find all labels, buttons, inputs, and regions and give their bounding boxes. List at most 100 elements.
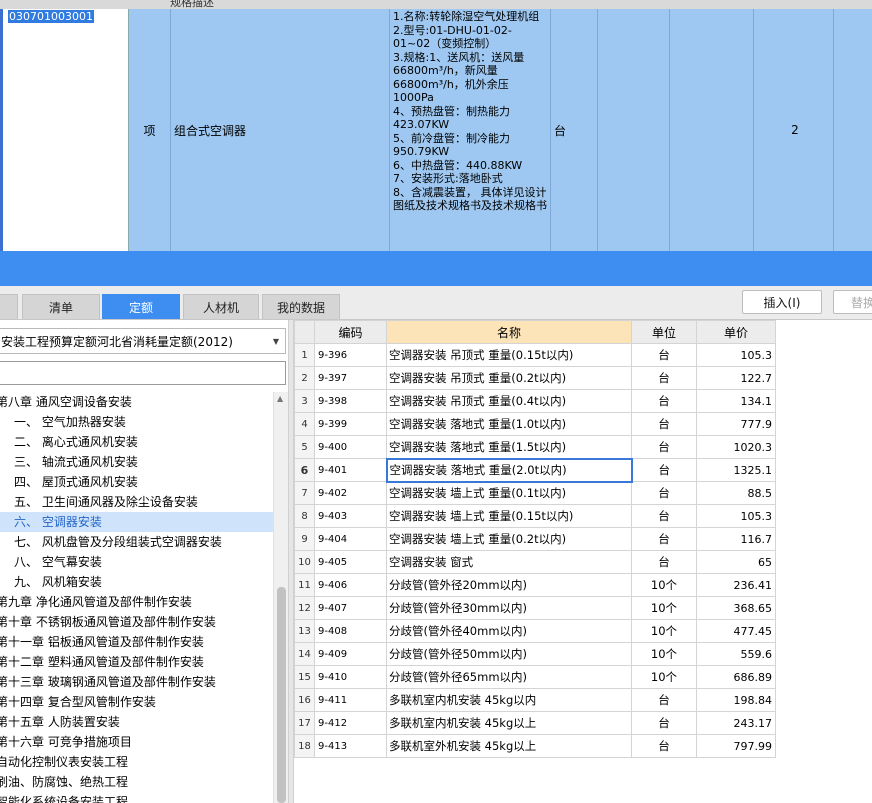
quota-unit-cell[interactable]: 10个 — [631, 573, 697, 597]
quota-code-cell[interactable]: 9-412 — [314, 711, 387, 735]
quota-code-cell[interactable]: 9-405 — [314, 550, 387, 574]
row-number-cell[interactable]: 7 — [294, 481, 315, 505]
quota-library-select[interactable]: 安装工程预算定额河北省消耗量定额(2012) ▼ — [0, 328, 286, 354]
row-number-cell[interactable]: 4 — [294, 412, 315, 436]
bill-code-cell[interactable]: 030701003001 — [0, 9, 129, 251]
quota-code-cell[interactable]: 9-396 — [314, 343, 387, 367]
scroll-up-icon[interactable]: ▲ — [277, 394, 283, 403]
tree-node[interactable]: 二、 离心式通风机安装 — [0, 432, 273, 452]
quota-unit-cell[interactable]: 10个 — [631, 665, 697, 689]
chapter-search-input[interactable] — [0, 361, 286, 385]
quota-price-cell[interactable]: 559.6 — [696, 642, 776, 666]
row-number-cell[interactable]: 14 — [294, 642, 315, 666]
quota-name-cell[interactable]: 空调器安装 墙上式 重量(0.2t以内) — [386, 527, 632, 551]
quota-unit-cell[interactable]: 台 — [631, 481, 697, 505]
bill-quantity-cell[interactable]: 2 — [754, 9, 834, 251]
quota-price-cell[interactable]: 777.9 — [696, 412, 776, 436]
quota-code-cell[interactable]: 9-402 — [314, 481, 387, 505]
quota-code-cell[interactable]: 9-397 — [314, 366, 387, 390]
row-number-cell[interactable]: 2 — [294, 366, 315, 390]
scrollbar-thumb[interactable] — [277, 587, 286, 803]
quota-name-cell[interactable]: 空调器安装 墙上式 重量(0.1t以内) — [386, 481, 632, 505]
table-row[interactable]: 18 9-413 多联机室外机安装 45kg以上台 797.99 — [294, 734, 776, 758]
bill-unit-cell[interactable]: 台 — [551, 9, 598, 251]
tree-node[interactable]: 第九章 净化通风管道及部件制作安装 — [0, 592, 273, 612]
table-row[interactable]: 16 9-411 多联机室内机安装 45kg以内台 198.84 — [294, 688, 776, 712]
row-number-cell[interactable]: 8 — [294, 504, 315, 528]
unit-column-header[interactable]: 单位 — [631, 320, 697, 344]
tree-node[interactable]: 七、 风机盘管及分段组装式空调器安装 — [0, 532, 273, 552]
quota-code-cell[interactable]: 9-408 — [314, 619, 387, 643]
tab-my-data[interactable]: 我的数据 — [262, 294, 340, 319]
quota-price-cell[interactable]: 1020.3 — [696, 435, 776, 459]
price-column-header[interactable]: 单价 — [696, 320, 776, 344]
row-number-cell[interactable]: 18 — [294, 734, 315, 758]
quota-name-cell[interactable]: 空调器安装 落地式 重量(1.0t以内) — [386, 412, 632, 436]
detail-pane-separator[interactable] — [0, 251, 872, 286]
quota-name-cell[interactable]: 空调器安装 吊顶式 重量(0.2t以内) — [386, 366, 632, 390]
table-row[interactable]: 6 9-401 空调器安装 落地式 重量(2.0t以内) 台 1325.1 — [294, 457, 776, 483]
quota-price-cell[interactable]: 368.65 — [696, 596, 776, 620]
bill-empty-cell[interactable] — [670, 9, 754, 251]
name-column-header[interactable]: 名称 — [386, 320, 632, 344]
quota-unit-cell[interactable]: 台 — [631, 366, 697, 390]
quota-unit-cell[interactable]: 10个 — [631, 596, 697, 620]
row-number-cell[interactable]: 17 — [294, 711, 315, 735]
quota-name-cell[interactable]: 分歧管(管外径30mm以内) — [386, 596, 632, 620]
tab-labor-material-machine[interactable]: 人材机 — [183, 294, 259, 319]
bill-empty-cell[interactable] — [598, 9, 670, 251]
quota-price-cell[interactable]: 88.5 — [696, 481, 776, 505]
quota-code-cell[interactable]: 9-400 — [314, 435, 387, 459]
bill-row-selected[interactable]: 030701003001 项 组合式空调器 1.名称:转轮除湿空气处理机组 2.… — [0, 9, 872, 251]
quota-name-cell[interactable]: 空调器安装 吊顶式 重量(0.4t以内) — [386, 389, 632, 413]
quota-unit-cell[interactable]: 台 — [631, 734, 697, 758]
quota-code-cell[interactable]: 9-401 — [314, 458, 387, 482]
table-row[interactable]: 5 9-400 空调器安装 落地式 重量(1.5t以内) 台 1020.3 — [294, 435, 776, 459]
quota-unit-cell[interactable]: 台 — [631, 389, 697, 413]
quota-name-cell[interactable]: 空调器安装 窗式 — [386, 550, 632, 574]
quota-code-cell[interactable]: 9-407 — [314, 596, 387, 620]
tab-quota[interactable]: 定额 — [102, 294, 180, 319]
table-row[interactable]: 11 9-406 分歧管(管外径20mm以内) 10个 236.41 — [294, 573, 776, 597]
quota-code-cell[interactable]: 9-403 — [314, 504, 387, 528]
tree-node[interactable]: 三、 轴流式通风机安装 — [0, 452, 273, 472]
quota-unit-cell[interactable]: 台 — [631, 343, 697, 367]
row-number-cell[interactable]: 6 — [294, 458, 315, 482]
tree-node[interactable]: 第十六章 可竞争措施项目 — [0, 732, 273, 752]
table-row[interactable]: 3 9-398 空调器安装 吊顶式 重量(0.4t以内) 台 134.1 — [294, 389, 776, 413]
replace-button[interactable]: 替换 — [833, 290, 872, 314]
row-number-cell[interactable]: 3 — [294, 389, 315, 413]
quota-name-cell[interactable]: 多联机室内机安装 45kg以内 — [386, 688, 632, 712]
table-row[interactable]: 2 9-397 空调器安装 吊顶式 重量(0.2t以内) 台 122.7 — [294, 366, 776, 390]
tree-node[interactable]: 第十五章 人防装置安装 — [0, 712, 273, 732]
table-row[interactable]: 15 9-410 分歧管(管外径65mm以内) 10个 686.89 — [294, 665, 776, 689]
quota-unit-cell[interactable]: 台 — [631, 504, 697, 528]
quota-price-cell[interactable]: 116.7 — [696, 527, 776, 551]
quota-unit-cell[interactable]: 台 — [631, 550, 697, 574]
quota-unit-cell[interactable]: 台 — [631, 435, 697, 459]
quota-code-cell[interactable]: 9-413 — [314, 734, 387, 758]
tree-node[interactable]: 自动化控制仪表安装工程 — [0, 752, 273, 772]
bill-empty-cell[interactable] — [834, 9, 872, 251]
row-number-cell[interactable]: 15 — [294, 665, 315, 689]
quota-unit-cell[interactable]: 台 — [631, 688, 697, 712]
quota-name-cell[interactable]: 空调器安装 吊顶式 重量(0.15t以内) — [386, 343, 632, 367]
quota-price-cell[interactable]: 1325.1 — [696, 458, 776, 482]
table-row[interactable]: 14 9-409 分歧管(管外径50mm以内) 10个 559.6 — [294, 642, 776, 666]
quota-price-cell[interactable]: 122.7 — [696, 366, 776, 390]
quota-unit-cell[interactable]: 台 — [631, 458, 697, 482]
table-row[interactable]: 9 9-404 空调器安装 墙上式 重量(0.2t以内) 台 116.7 — [294, 527, 776, 551]
tree-node[interactable]: 六、 空调器安装 — [0, 512, 273, 532]
table-row[interactable]: 13 9-408 分歧管(管外径40mm以内) 10个 477.45 — [294, 619, 776, 643]
tree-node[interactable]: 第八章 通风空调设备安装 — [0, 392, 273, 412]
quota-price-cell[interactable]: 686.89 — [696, 665, 776, 689]
quota-code-cell[interactable]: 9-404 — [314, 527, 387, 551]
quota-name-cell[interactable]: 分歧管(管外径50mm以内) — [386, 642, 632, 666]
tree-scrollbar[interactable]: ▲ — [273, 392, 288, 803]
table-row[interactable]: 8 9-403 空调器安装 墙上式 重量(0.15t以内) 台 105.3 — [294, 504, 776, 528]
code-column-header[interactable]: 编码 — [314, 320, 387, 344]
quota-code-cell[interactable]: 9-399 — [314, 412, 387, 436]
tree-node[interactable]: 一、 空气加热器安装 — [0, 412, 273, 432]
tab-bill-list[interactable]: 清单 — [22, 294, 100, 319]
quota-code-cell[interactable]: 9-411 — [314, 688, 387, 712]
